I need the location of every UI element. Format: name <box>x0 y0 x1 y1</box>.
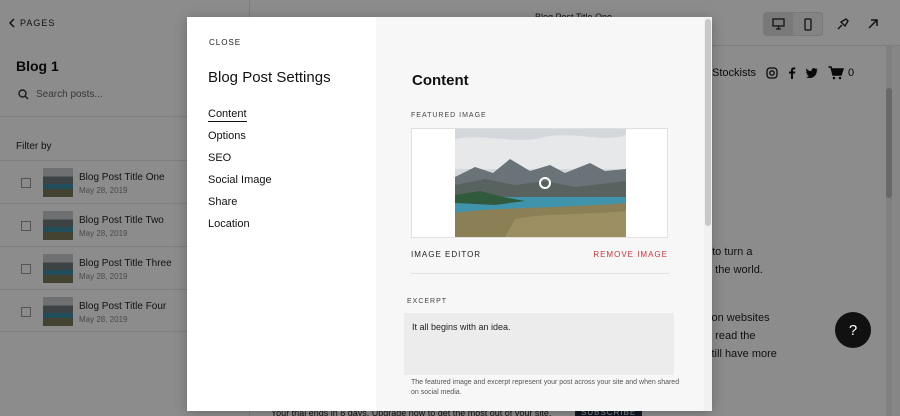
tab-options[interactable]: Options <box>208 130 272 152</box>
tab-label: Share <box>208 196 238 208</box>
tab-share[interactable]: Share <box>208 196 272 218</box>
excerpt-help-text: The featured image and excerpt represent… <box>411 379 680 396</box>
tab-location[interactable]: Location <box>208 218 272 240</box>
featured-image[interactable] <box>455 129 626 237</box>
tab-label: SEO <box>208 152 232 164</box>
divider <box>411 273 669 274</box>
tab-label: Location <box>208 218 250 230</box>
featured-image-frame[interactable] <box>411 128 668 238</box>
close-button[interactable]: CLOSE <box>209 38 241 47</box>
remove-image-button[interactable]: REMOVE IMAGE <box>593 250 668 259</box>
dialog-title: Blog Post Settings <box>208 69 331 86</box>
blog-post-settings-dialog: CLOSE Blog Post Settings Content Options… <box>187 17 712 411</box>
dialog-scrollbar[interactable] <box>704 17 712 411</box>
excerpt-label: EXCERPT <box>407 298 448 305</box>
tab-label: Options <box>208 130 246 142</box>
settings-sidebar: CLOSE Blog Post Settings Content Options… <box>187 17 376 411</box>
tab-social-image[interactable]: Social Image <box>208 174 272 196</box>
excerpt-textarea[interactable]: It all begins with an idea. <box>404 313 674 375</box>
settings-nav: Content Options SEO Social Image Share L… <box>208 108 272 240</box>
settings-content-panel: Content FEATURED IMAGE IMAGE EDITOR REMO <box>376 17 712 411</box>
tab-seo[interactable]: SEO <box>208 152 272 174</box>
image-actions: IMAGE EDITOR REMOVE IMAGE <box>411 250 668 259</box>
tab-label: Social Image <box>208 174 272 186</box>
help-button[interactable]: ? <box>835 312 871 348</box>
section-title: Content <box>412 72 469 89</box>
tab-label: Content <box>208 108 247 122</box>
featured-image-label: FEATURED IMAGE <box>411 112 487 119</box>
focal-point-handle[interactable] <box>539 177 551 189</box>
tab-content[interactable]: Content <box>208 108 272 130</box>
image-editor-button[interactable]: IMAGE EDITOR <box>411 250 481 259</box>
